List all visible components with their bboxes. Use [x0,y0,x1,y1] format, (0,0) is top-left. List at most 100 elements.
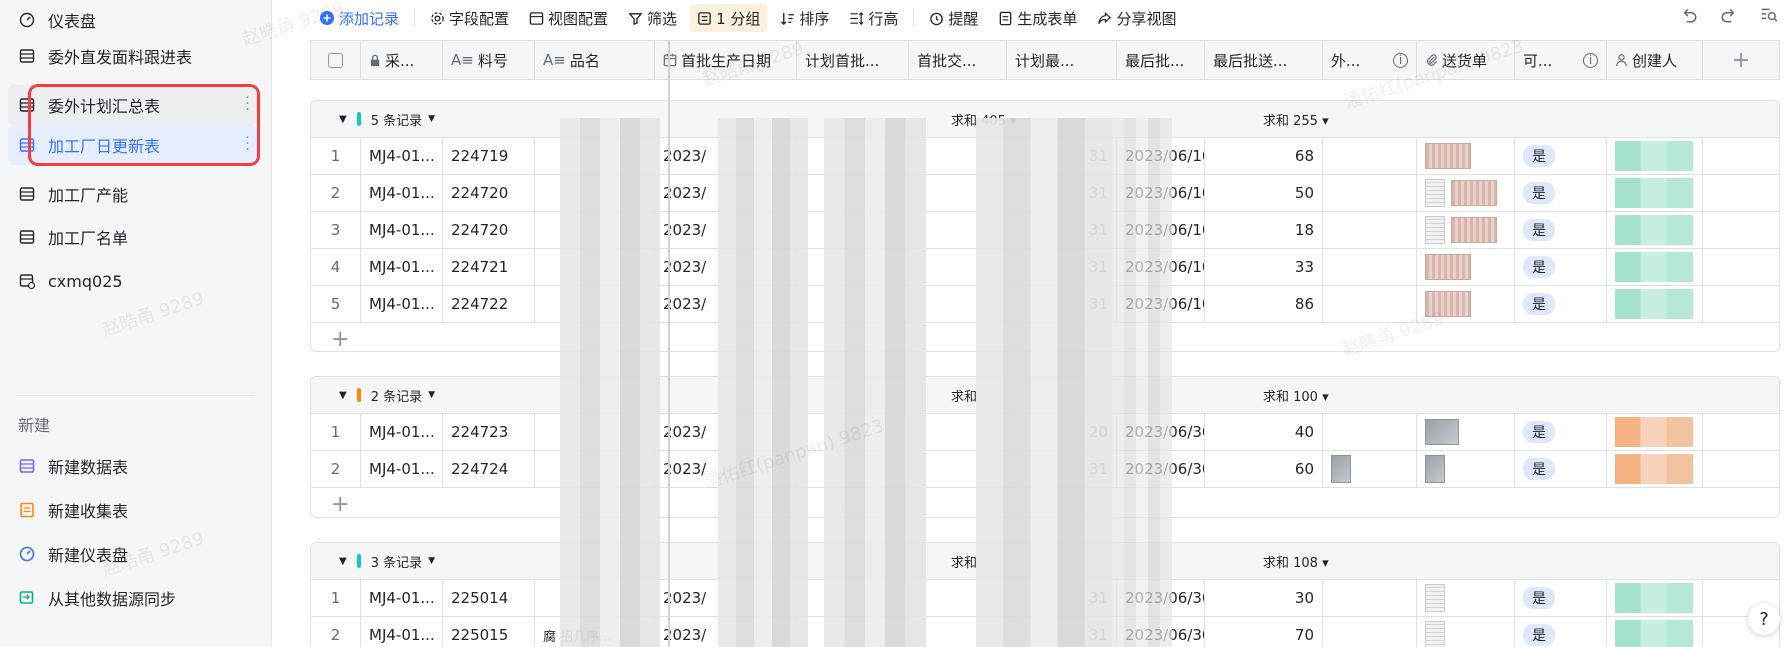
attachment-thumbnail[interactable] [1425,143,1471,169]
text-field-icon: A≡ [451,51,474,69]
sidebar-item-label: 仪表盘 [48,12,97,31]
reminder-label: 提醒 [948,9,979,28]
column-header-purchase[interactable]: 采... [361,41,443,79]
caret-down-icon[interactable]: ▼ [339,114,347,125]
group-sum[interactable]: 求和 255 ▾ [1263,110,1329,129]
sync-source-button[interactable]: 从其他数据源同步 [8,578,258,618]
add-record-button[interactable]: 添加记录 [312,4,406,32]
new-table-button[interactable]: 新建数据表 [8,446,258,486]
column-header-planned-first[interactable]: 计划首批... [797,41,909,79]
filter-button[interactable]: 筛选 [621,4,684,32]
help-icon[interactable]: ? [1748,603,1780,635]
attachment-thumbnail[interactable] [1425,419,1459,445]
attachment-thumbnail[interactable] [1331,455,1351,483]
caret-down-icon[interactable]: ▼ [428,390,435,400]
attachment-thumbnail[interactable] [1451,180,1497,206]
table-icon [18,185,36,203]
select-all-checkbox[interactable] [311,41,361,79]
column-header-delivery-note[interactable]: 送货单 [1417,41,1515,79]
lock-icon [369,54,381,67]
table-icon [18,228,36,246]
attachment-thumbnail[interactable] [1425,291,1471,317]
group-sum[interactable]: 求和 [951,552,977,571]
text-field-icon: A≡ [543,51,566,69]
add-record-label: 添加记录 [339,9,400,28]
attachment-thumbnail[interactable] [1451,217,1497,243]
column-header-planned-last[interactable]: 计划最... [1007,41,1117,79]
frozen-column-divider[interactable] [668,40,670,647]
column-header-available[interactable]: 可... i [1515,41,1607,79]
clock-icon [929,11,944,26]
avatar [1615,252,1693,282]
attachment-thumbnail[interactable] [1425,254,1471,280]
new-form-icon [18,501,36,519]
sort-button[interactable]: 排序 [773,4,836,32]
group-sum[interactable]: 求和 [951,386,977,405]
generate-form-label: 生成表单 [1017,9,1078,28]
avatar [1615,583,1693,613]
attachment-thumbnail[interactable] [1425,621,1445,647]
group-sum[interactable]: 求和 108 ▾ [1263,552,1329,571]
date-field-icon [663,53,677,67]
sidebar-item-outsource-fabric[interactable]: 委外直发面料跟进表 [8,36,258,76]
column-header-part-no[interactable]: A≡ 料号 [443,41,535,79]
sidebar-item-factory-list[interactable]: 加工厂名单 [8,217,258,257]
avatar [1615,178,1693,208]
row-height-icon [849,11,864,26]
caret-down-icon[interactable]: ▼ [428,556,435,566]
column-header-last-batch[interactable]: 最后批... [1117,41,1205,79]
column-header-product-name[interactable]: A≡ 品名 [535,41,655,79]
add-column-button[interactable]: + [1703,41,1779,79]
attachment-thumbnail[interactable] [1425,216,1445,244]
column-header-outsource[interactable]: 外... i [1323,41,1417,79]
info-icon[interactable]: i [1393,52,1408,68]
group-color-pill [356,112,361,126]
toolbar-divider [913,9,915,27]
caret-down-icon[interactable]: ▼ [428,114,435,124]
search-icon[interactable] [1760,6,1778,29]
redo-icon[interactable] [1720,6,1738,29]
privacy-mask [976,118,1112,647]
attachment-thumbnail[interactable] [1425,179,1445,207]
sidebar-item-label: cxmq025 [48,271,123,291]
field-config-button[interactable]: 字段配置 [423,4,516,32]
generate-form-button[interactable]: 生成表单 [991,4,1084,32]
new-form-button[interactable]: 新建收集表 [8,490,258,530]
column-header-first-delivery[interactable]: 首批交... [909,41,1007,79]
column-header-last-batch-delivery[interactable]: 最后批送... [1205,41,1323,79]
attachment-thumbnail[interactable] [1425,584,1445,612]
sidebar-divider [16,395,255,396]
group-sum[interactable]: 求和 100 ▾ [1263,386,1329,405]
status-badge: 是 [1523,624,1555,646]
avatar [1615,141,1693,171]
avatar [1615,289,1693,319]
reminder-button[interactable]: 提醒 [922,4,985,32]
group-button[interactable]: 1 分组 [690,4,768,32]
field-config-label: 字段配置 [449,9,510,28]
column-header-creator[interactable]: 创建人 [1607,41,1703,79]
sidebar-item-dashboard[interactable]: 仪表盘 [8,0,258,40]
new-form-label: 新建收集表 [48,502,129,521]
sync-source-icon [18,589,36,607]
group-color-pill [356,388,361,402]
sidebar: 仪表盘 委外直发面料跟进表 委外计划汇总表 · · · 加工厂日更新表 · · · 加工… [0,0,272,647]
undo-icon[interactable] [1680,6,1698,29]
sidebar-item-factory-capacity[interactable]: 加工厂产能 [8,174,258,214]
view-config-button[interactable]: 视图配置 [522,4,615,32]
row-height-button[interactable]: 行高 [842,4,905,32]
info-icon[interactable]: i [1583,52,1598,68]
toolbar: 添加记录 字段配置 视图配置 筛选 1 分组 排序 行高 提醒 生成表单 分享视… [272,0,1790,36]
status-badge: 是 [1523,458,1555,480]
caret-down-icon[interactable]: ▼ [339,390,347,401]
share-icon [1097,11,1112,26]
row-height-label: 行高 [868,9,899,28]
share-view-button[interactable]: 分享视图 [1090,4,1183,32]
caret-down-icon[interactable]: ▼ [339,556,347,567]
new-dashboard-button[interactable]: 新建仪表盘 [8,534,258,574]
sidebar-item-label: 加工厂名单 [48,229,129,248]
column-header-first-production-date[interactable]: 首批生产日期 [655,41,797,79]
attachment-thumbnail[interactable] [1425,455,1445,483]
sidebar-item-cxmq025[interactable]: cxmq025 [8,261,258,301]
sidebar-item-label: 委外直发面料跟进表 [48,48,193,67]
toolbar-right [1680,6,1778,29]
